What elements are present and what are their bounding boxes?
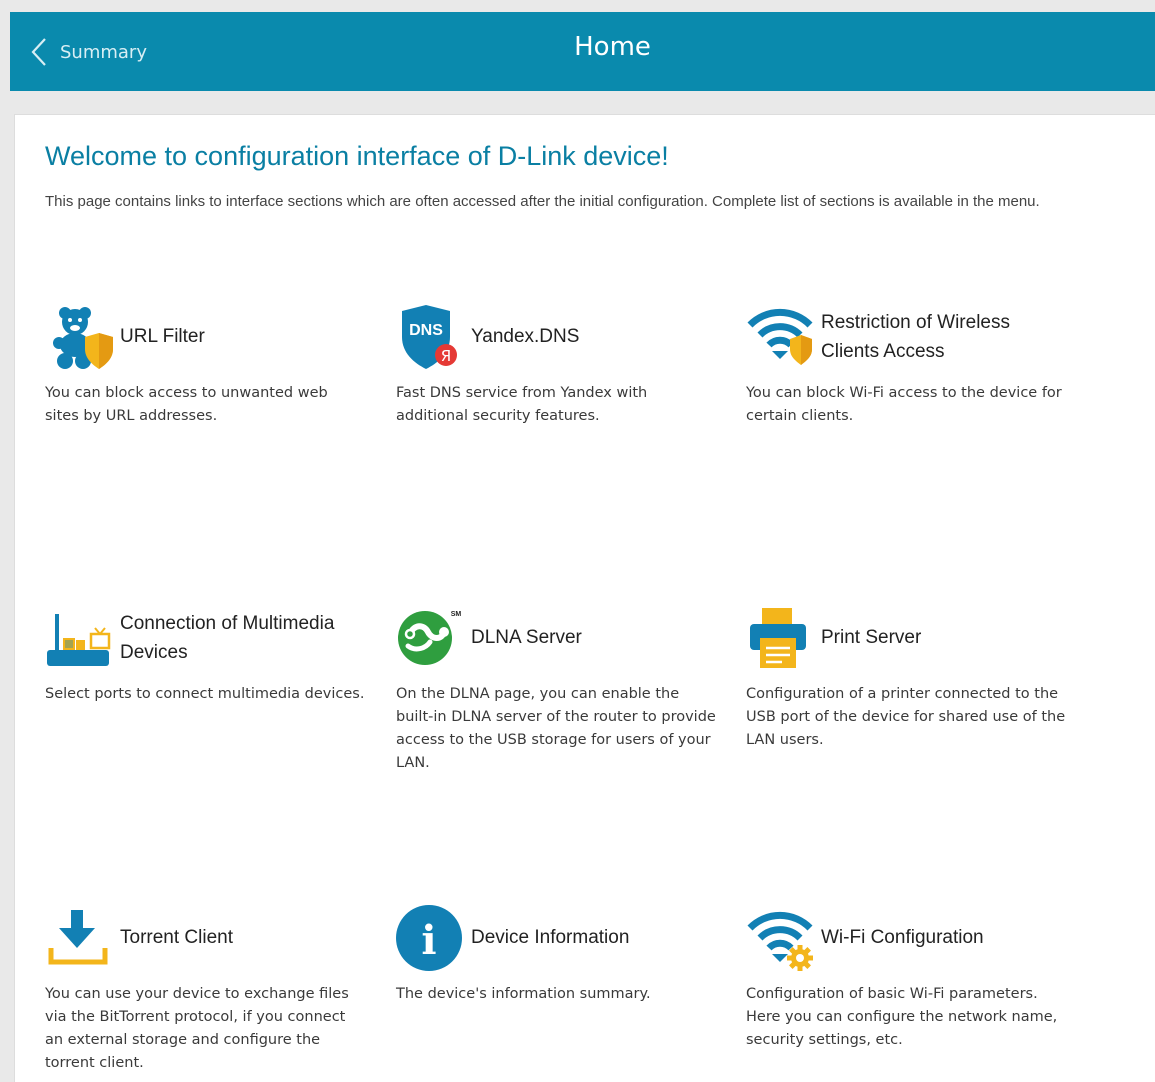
page-title: Home	[574, 32, 651, 62]
tile-wifi-configuration[interactable]: Wi-Fi Configuration Configuration of bas…	[746, 904, 1066, 1082]
tile-description: You can block access to unwanted web sit…	[45, 385, 328, 424]
tile-title: Wi-Fi Configuration	[821, 927, 984, 948]
intro-text: This page contains links to interface se…	[45, 193, 1040, 210]
tile-title: Restriction of Wireless Clients Access	[821, 312, 1010, 362]
tile-description: You can block Wi-Fi access to the device…	[746, 385, 1062, 424]
dlna-icon: SM	[396, 604, 464, 672]
tile-description: Fast DNS service from Yandex with additi…	[396, 385, 648, 424]
tile-url-filter[interactable]: URL Filter You can block access to unwan…	[45, 303, 365, 443]
header-bar: Summary Home	[10, 12, 1155, 91]
tile-title: DLNA Server	[471, 627, 582, 648]
tile-title: Yandex.DNS	[471, 326, 580, 347]
tile-description: On the DLNA page, you can enable the bui…	[396, 686, 716, 771]
wifi-shield-icon	[746, 303, 814, 371]
tile-description: Configuration of a printer connected to …	[746, 686, 1066, 748]
multimedia-icon	[45, 604, 113, 672]
tile-description: You can use your device to exchange file…	[45, 986, 349, 1071]
tile-yandex-dns[interactable]: DNS Я Yandex.DNS Fast DNS service from Y…	[396, 303, 716, 443]
tile-multimedia[interactable]: Connection of Multimedia Devices Select …	[45, 604, 365, 784]
svg-text:i: i	[421, 917, 436, 964]
tile-description: Select ports to connect multimedia devic…	[45, 686, 365, 702]
svg-text:SM: SM	[451, 611, 462, 618]
tile-title: Torrent Client	[120, 927, 233, 948]
yandex-dns-icon: DNS Я	[396, 303, 464, 371]
tile-title: Print Server	[821, 627, 922, 648]
welcome-heading: Welcome to configuration interface of D-…	[45, 141, 669, 171]
download-icon	[45, 904, 113, 972]
tile-print-server[interactable]: Print Server Configuration of a printer …	[746, 604, 1066, 784]
tile-wireless-restriction[interactable]: Restriction of Wireless Clients Access Y…	[746, 303, 1066, 443]
tile-device-information[interactable]: i Device Information The device's inform…	[396, 904, 716, 1082]
tile-title: Device Information	[471, 927, 630, 948]
wifi-gear-icon	[746, 904, 814, 972]
url-filter-icon	[45, 303, 113, 371]
tile-torrent-client[interactable]: Torrent Client You can use your device t…	[45, 904, 365, 1082]
svg-text:DNS: DNS	[409, 322, 443, 339]
svg-text:Я: Я	[441, 347, 451, 365]
home-panel: Welcome to configuration interface of D-…	[14, 114, 1155, 1082]
tile-title: Connection of Multimedia Devices	[120, 613, 335, 663]
info-icon: i	[396, 904, 464, 972]
tile-dlna-server[interactable]: SM DLNA Server On the DLNA page, you can…	[396, 604, 716, 784]
printer-icon	[746, 604, 814, 672]
tile-title: URL Filter	[120, 326, 205, 347]
tile-description: The device's information summary.	[396, 986, 651, 1002]
tile-description: Configuration of basic Wi-Fi parameters.…	[746, 986, 1058, 1048]
